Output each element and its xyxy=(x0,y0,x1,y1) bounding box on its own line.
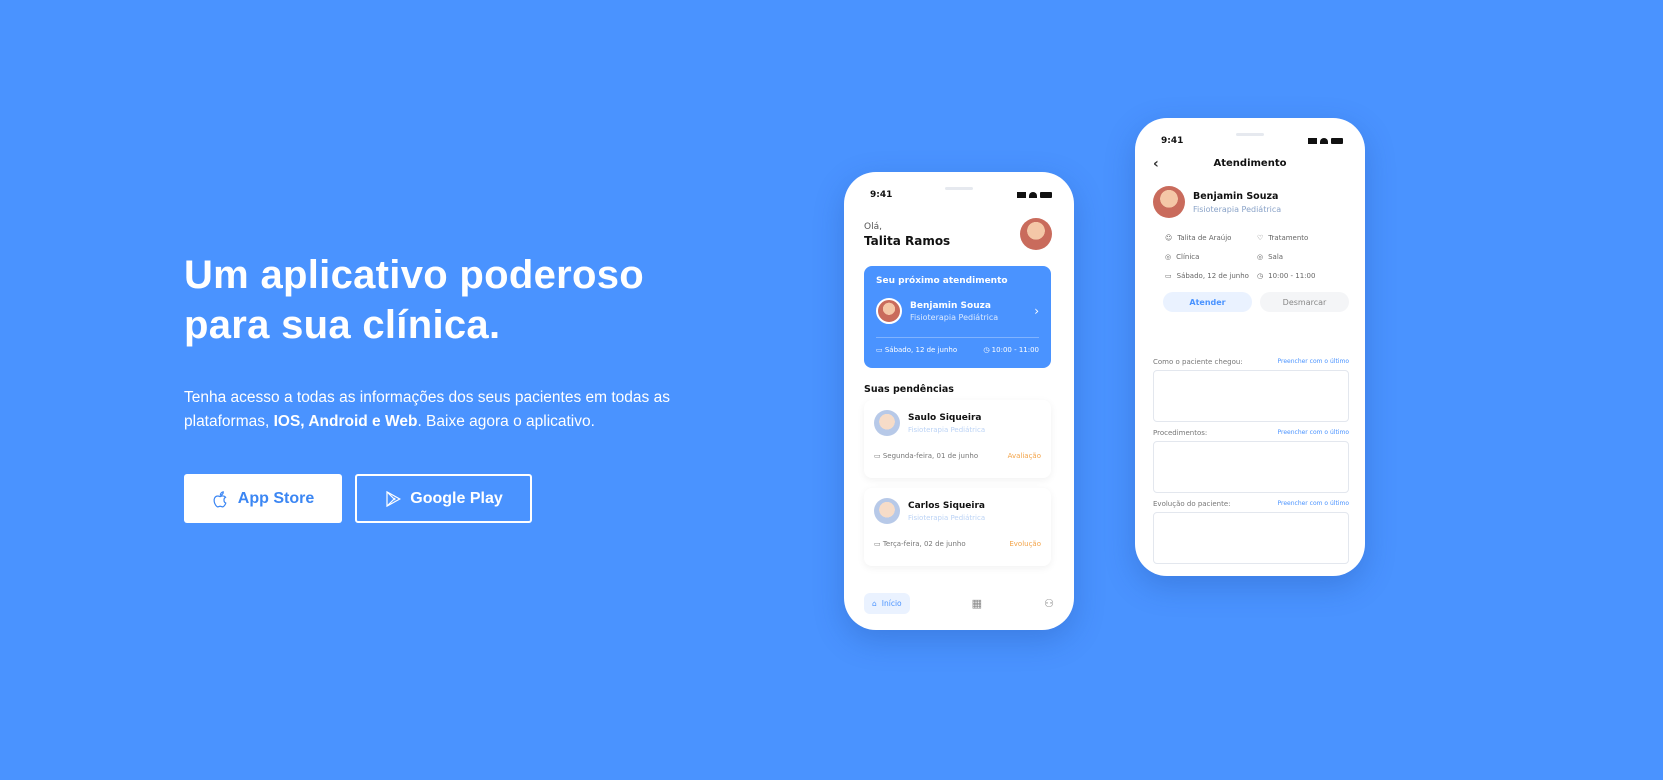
calendar-icon: ▭ xyxy=(1165,272,1172,280)
location-icon: ◎ xyxy=(1165,253,1172,261)
user-name: Talita Ramos xyxy=(864,234,951,248)
appointment-info: ☺ Talita de Araújo ♡ Tratamento ◎ Clínica ◎… xyxy=(1153,234,1349,280)
status-icons xyxy=(1017,190,1052,200)
field-label: Como o paciente chegou: xyxy=(1153,358,1243,366)
screen-title: Atendimento xyxy=(1213,158,1287,169)
fill-link[interactable]: Preencher com o último xyxy=(1277,500,1349,508)
treatment-info: ♡ Tratamento xyxy=(1257,234,1309,242)
store-buttons: App Store Google Play xyxy=(184,474,704,523)
phone-mockup-home: 9:41 Olá, Talita Ramos Seu próximo atend… xyxy=(844,172,1074,630)
desc-text-end: . Baixe agora o aplicativo. xyxy=(417,413,595,430)
home-icon: ⌂ xyxy=(872,599,877,608)
pending-date: ▭ Segunda-feira, 01 de junho xyxy=(874,452,979,460)
pending-name: Saulo Siqueira xyxy=(908,412,982,423)
google-play-label: Google Play xyxy=(410,489,503,507)
hero-description: Tenha acesso a todas as informações dos … xyxy=(184,386,674,434)
users-icon[interactable]: ⚇ xyxy=(1044,597,1054,610)
arrival-field: Como o paciente chegou: Preencher com o ú… xyxy=(1153,358,1349,422)
hero-title-line2: para sua clínica. xyxy=(184,303,501,347)
attend-button[interactable]: Atender xyxy=(1163,292,1252,312)
apple-icon xyxy=(213,490,227,507)
next-appointment-title: Seu próximo atendimento xyxy=(876,276,1008,286)
status-time: 9:41 xyxy=(1161,136,1184,146)
hero-title: Um aplicativo poderoso para sua clínica. xyxy=(184,250,704,350)
procedures-textarea[interactable] xyxy=(1153,441,1349,493)
location-icon: ◎ xyxy=(1257,253,1264,261)
hero-title-line1: Um aplicativo poderoso xyxy=(184,253,645,297)
date-info: ▭ Sábado, 12 de junho xyxy=(1165,272,1249,280)
pending-item[interactable]: Carlos Siqueira Fisioterapia Pediátrica … xyxy=(864,488,1051,566)
clock-icon: ◷ xyxy=(1257,272,1264,280)
google-play-button[interactable]: Google Play xyxy=(355,474,532,523)
greeting: Olá, Talita Ramos xyxy=(864,222,950,248)
next-appointment-card[interactable]: Seu próximo atendimento Benjamin Souza F… xyxy=(864,266,1051,368)
appointment-date: ▭ Sábado, 12 de junho xyxy=(876,346,958,354)
room-info: ◎ Sala xyxy=(1257,253,1284,261)
play-store-icon xyxy=(386,490,402,507)
cancel-button[interactable]: Desmarcar xyxy=(1260,292,1349,312)
user-avatar[interactable] xyxy=(1020,218,1052,250)
user-icon: ☺ xyxy=(1165,234,1173,242)
patient-avatar xyxy=(874,498,900,524)
field-label: Procedimentos: xyxy=(1153,429,1208,437)
evolution-textarea[interactable] xyxy=(1153,512,1349,564)
appointment-time: ◷ 10:00 - 11:00 xyxy=(983,346,1039,354)
status-bar: 9:41 xyxy=(870,190,1052,200)
tab-bar: ⌂ Início ▦ ⚇ xyxy=(864,593,1054,614)
patient-avatar xyxy=(1153,186,1185,218)
field-label: Evolução do paciente: xyxy=(1153,500,1231,508)
pending-specialty: Fisioterapia Pediátrica xyxy=(908,513,986,522)
pending-date: ▭ Terça-feira, 02 de junho xyxy=(874,540,966,548)
chevron-right-icon: › xyxy=(1034,304,1039,318)
fill-link[interactable]: Preencher com o último xyxy=(1277,358,1349,366)
appointment-detail: Benjamin Souza Fisioterapia Pediátrica ☺… xyxy=(1153,186,1349,312)
pending-item[interactable]: Saulo Siqueira Fisioterapia Pediátrica ▭… xyxy=(864,400,1051,478)
patient-avatar xyxy=(876,298,902,324)
calendar-icon[interactable]: ▦ xyxy=(972,597,982,610)
procedures-field: Procedimentos: Preencher com o último xyxy=(1153,429,1349,493)
professional-info: ☺ Talita de Araújo xyxy=(1165,234,1232,242)
patient-name: Benjamin Souza xyxy=(910,300,991,311)
pending-name: Carlos Siqueira xyxy=(908,500,985,511)
status-time: 9:41 xyxy=(870,190,893,200)
status-bar: 9:41 xyxy=(1161,136,1343,146)
desc-platforms: IOS, Android e Web xyxy=(273,413,418,430)
fill-link[interactable]: Preencher com o último xyxy=(1277,429,1349,437)
time-info: ◷ 10:00 - 11:00 xyxy=(1257,272,1316,280)
arrival-textarea[interactable] xyxy=(1153,370,1349,422)
status-icons xyxy=(1308,136,1343,146)
pending-tag: Evolução xyxy=(1009,540,1041,548)
evolution-field: Evolução do paciente: Preencher com o últ… xyxy=(1153,500,1349,564)
patient-avatar xyxy=(874,410,900,436)
greeting-text: Olá, xyxy=(864,222,882,232)
hero-section: Um aplicativo poderoso para sua clínica.… xyxy=(184,250,704,523)
tab-home[interactable]: ⌂ Início xyxy=(864,593,910,614)
patient-name: Benjamin Souza xyxy=(1193,190,1279,202)
pending-specialty: Fisioterapia Pediátrica xyxy=(908,425,986,434)
back-arrow-icon[interactable]: ‹ xyxy=(1153,156,1159,172)
tab-home-label: Início xyxy=(881,599,902,608)
pending-title: Suas pendências xyxy=(864,384,954,395)
patient-specialty: Fisioterapia Pediátrica xyxy=(1193,204,1282,214)
app-store-button[interactable]: App Store xyxy=(184,474,342,523)
app-store-label: App Store xyxy=(237,489,315,507)
screen-header: ‹ Atendimento xyxy=(1153,156,1347,172)
phone-mockup-appointment: 9:41 ‹ Atendimento Benjamin Souza Fisiot… xyxy=(1135,118,1365,576)
patient-specialty: Fisioterapia Pediátrica xyxy=(910,312,999,322)
heart-icon: ♡ xyxy=(1257,234,1264,242)
pending-tag: Avaliação xyxy=(1007,452,1041,460)
clinic-info: ◎ Clínica xyxy=(1165,253,1200,261)
